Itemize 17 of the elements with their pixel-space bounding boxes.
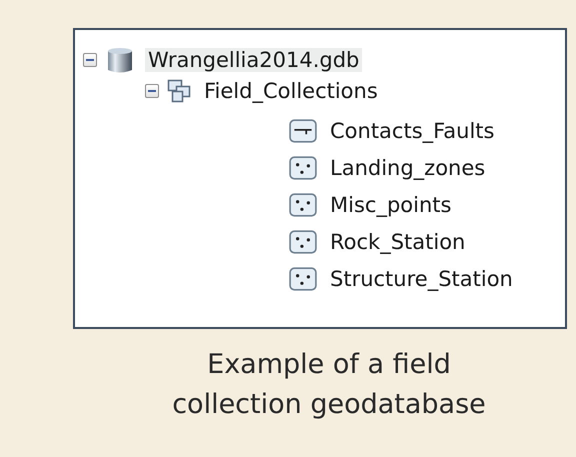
caption-text: collection geodatabase bbox=[172, 388, 486, 422]
point-feature-icon bbox=[289, 156, 317, 180]
collapse-icon[interactable] bbox=[145, 84, 159, 98]
line-feature-icon bbox=[289, 118, 317, 142]
point-feature-icon bbox=[289, 266, 317, 290]
caption-text: Example of a field bbox=[207, 348, 451, 382]
point-feature-icon bbox=[289, 192, 317, 216]
tree-item[interactable]: Wrangellia2014.gdb bbox=[145, 48, 362, 72]
tree-item[interactable]: Rock_Station bbox=[327, 230, 468, 254]
tree-item[interactable]: Misc_points bbox=[327, 192, 454, 216]
tree-item[interactable]: Field_Collections bbox=[201, 78, 381, 102]
tree-item[interactable]: Contacts_Faults bbox=[327, 118, 498, 142]
tree-item[interactable]: Structure_Station bbox=[327, 266, 516, 290]
point-feature-icon bbox=[289, 230, 317, 254]
tree-item[interactable]: Landing_zones bbox=[327, 156, 488, 180]
collapse-icon[interactable] bbox=[83, 52, 97, 66]
stacked-squares-icon bbox=[167, 78, 191, 102]
